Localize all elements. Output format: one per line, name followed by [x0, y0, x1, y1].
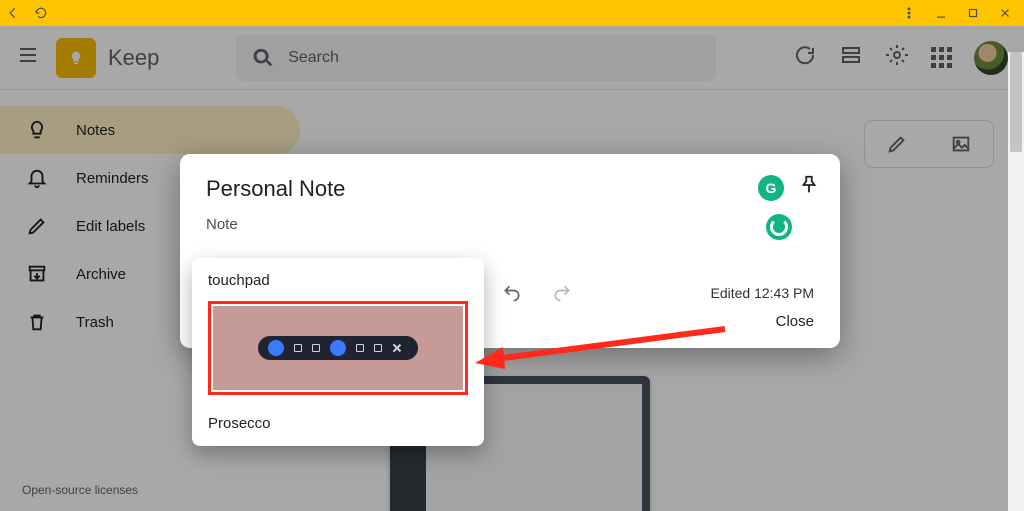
suggestion-thumbnail[interactable] — [213, 306, 463, 390]
image-icon[interactable] — [950, 133, 972, 155]
note-title[interactable]: Personal Note — [206, 176, 814, 202]
sidebar-item-label: Reminders — [76, 170, 149, 187]
search-input[interactable]: Search — [236, 35, 716, 81]
suggestion-card-title: touchpad — [208, 272, 468, 289]
back-icon[interactable] — [6, 6, 20, 20]
note-body[interactable]: Note — [206, 216, 814, 233]
sidebar-item-label: Archive — [76, 266, 126, 283]
settings-gear-icon[interactable] — [885, 43, 909, 72]
keep-logo-icon — [56, 38, 96, 78]
pin-icon[interactable] — [798, 174, 820, 201]
archive-icon — [26, 263, 48, 285]
menu-icon[interactable] — [16, 43, 40, 72]
trash-icon — [26, 311, 48, 333]
app-header: Keep Search — [0, 26, 1024, 90]
brand: Keep — [56, 38, 159, 78]
maximize-icon[interactable] — [966, 6, 980, 20]
screencast-toolbar-icon — [258, 336, 418, 360]
pencil-icon — [26, 215, 48, 237]
refresh-icon[interactable] — [793, 43, 817, 72]
search-icon — [252, 47, 274, 69]
reload-icon[interactable] — [34, 6, 48, 20]
apps-grid-icon[interactable] — [931, 47, 952, 68]
sidebar-item-label: Edit labels — [76, 218, 145, 235]
minimize-icon[interactable] — [934, 6, 948, 20]
sidebar-item-label: Notes — [76, 122, 115, 139]
sync-spinner-icon — [766, 214, 792, 240]
avatar[interactable] — [974, 41, 1008, 75]
open-source-licenses-link[interactable]: Open-source licenses — [22, 483, 138, 497]
view-icon[interactable] — [839, 43, 863, 72]
app-name: Keep — [108, 45, 159, 71]
suggestion-thumbnail-highlight — [208, 301, 468, 395]
search-placeholder: Search — [288, 49, 339, 67]
edited-timestamp: Edited 12:43 PM — [710, 285, 814, 301]
close-window-icon[interactable] — [998, 6, 1012, 20]
note-toolbar — [864, 120, 994, 168]
suggestion-card: touchpad Prosecco — [192, 258, 484, 446]
brush-icon[interactable] — [886, 133, 908, 155]
bell-icon — [26, 167, 48, 189]
kebab-icon[interactable] — [902, 6, 916, 20]
scrollbar-thumb[interactable] — [1010, 52, 1022, 152]
grammarly-icon[interactable]: G — [758, 175, 784, 201]
annotation-arrow — [475, 321, 735, 371]
sidebar-item-notes[interactable]: Notes — [0, 106, 300, 154]
sidebar-item-label: Trash — [76, 314, 114, 331]
undo-icon[interactable] — [502, 283, 522, 303]
window-titlebar — [0, 0, 1024, 26]
suggestion-card-secondary[interactable]: Prosecco — [208, 415, 468, 432]
bulb-icon — [26, 119, 48, 141]
redo-icon[interactable] — [552, 283, 572, 303]
